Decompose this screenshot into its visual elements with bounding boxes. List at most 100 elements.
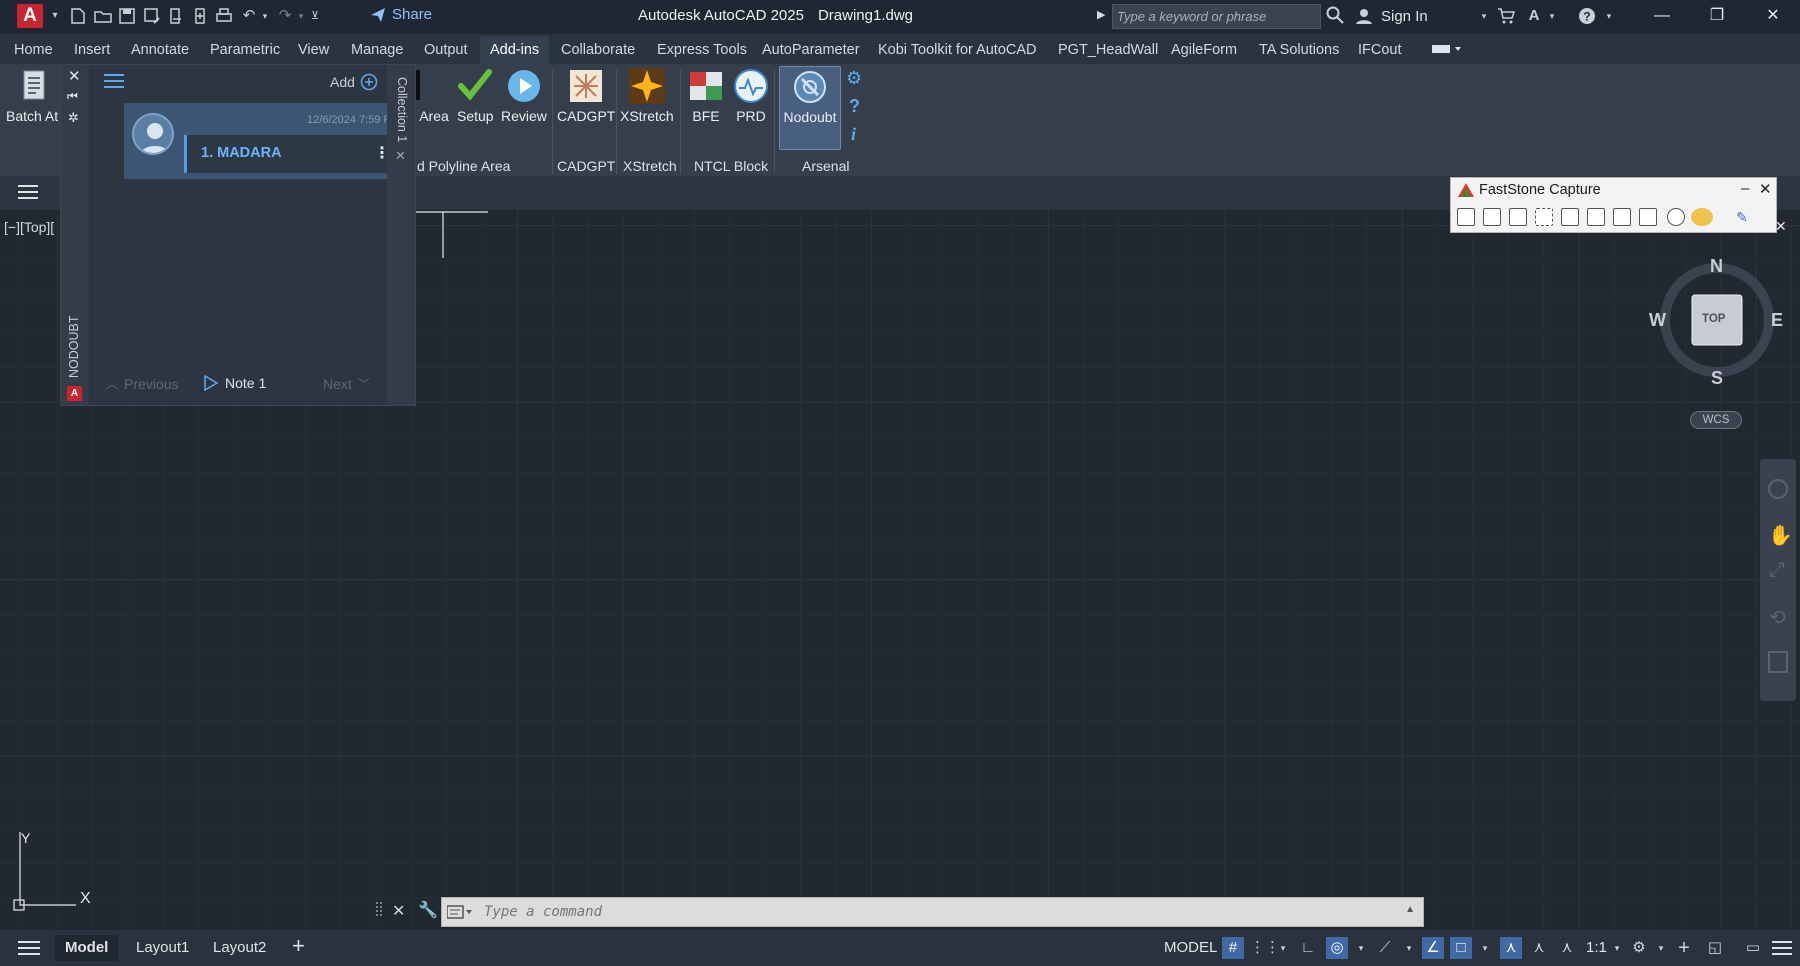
- export-icon[interactable]: [191, 7, 209, 25]
- ortho-icon[interactable]: ∟: [1297, 937, 1319, 959]
- capture-scrolling-icon[interactable]: [1587, 208, 1605, 226]
- tab-add-ins[interactable]: Add-ins: [480, 36, 550, 64]
- plot-publish-icon[interactable]: [167, 7, 185, 25]
- palette-autohide-icon[interactable]: ⏮: [67, 89, 78, 104]
- tab-parametric[interactable]: Parametric: [210, 42, 280, 58]
- annotation-scale-icon[interactable]: ⋏: [1556, 937, 1578, 959]
- isolate-objects-icon[interactable]: ◱: [1704, 937, 1726, 959]
- annotation-visibility-icon[interactable]: ⋏: [1500, 937, 1522, 959]
- print-icon[interactable]: [215, 7, 233, 25]
- output-color-icon[interactable]: [1691, 208, 1713, 226]
- setup-button[interactable]: Setup: [457, 68, 494, 124]
- note-title-row[interactable]: 1. MADARA ⋮: [184, 135, 402, 173]
- wcs-menu[interactable]: WCS: [1690, 411, 1742, 429]
- close-icon[interactable]: ✕: [1762, 5, 1784, 27]
- help-search-input[interactable]: Type a keyword or phrase: [1112, 4, 1321, 29]
- tab-express-tools[interactable]: Express Tools: [657, 42, 747, 58]
- layout-menu-icon[interactable]: [18, 940, 40, 956]
- object-snap-icon[interactable]: □: [1450, 937, 1472, 959]
- polyline-area-button[interactable]: Area: [416, 68, 452, 124]
- compass-east[interactable]: E: [1771, 310, 1783, 331]
- auto-scale-icon[interactable]: ⋏: [1528, 937, 1550, 959]
- command-line-customize-icon[interactable]: 🔧: [418, 900, 438, 920]
- tab-layout1[interactable]: Layout1: [136, 939, 189, 956]
- save-as-icon[interactable]: [143, 7, 161, 25]
- batch-attribute-button[interactable]: Batch At: [6, 68, 58, 124]
- compass-north[interactable]: N: [1710, 256, 1723, 277]
- workspace-gear-icon[interactable]: ⚙: [1628, 937, 1650, 959]
- tab-output[interactable]: Output: [424, 42, 468, 58]
- viewcube-top-face[interactable]: TOP: [1702, 313, 1725, 325]
- sign-in-button[interactable]: Sign In: [1355, 7, 1428, 25]
- search-icon[interactable]: [1325, 5, 1345, 25]
- snap-icon[interactable]: ⋮⋮: [1250, 937, 1280, 959]
- tab-annotate[interactable]: Annotate: [131, 42, 189, 58]
- grid-icon[interactable]: #: [1222, 937, 1244, 959]
- tab-home[interactable]: Home: [14, 42, 53, 58]
- autodesk-account-icon[interactable]: A: [1525, 7, 1543, 25]
- workspace-dropdown-icon[interactable]: ▾: [1650, 937, 1672, 959]
- capture-active-window-icon[interactable]: [1457, 208, 1475, 226]
- delay-timer-icon[interactable]: [1667, 208, 1685, 226]
- pan-hand-icon[interactable]: ✋: [1768, 523, 1793, 548]
- autocad-logo-icon[interactable]: A: [17, 4, 43, 28]
- tab-ifcout[interactable]: IFCout: [1358, 42, 1402, 58]
- capture-freehand-icon[interactable]: [1535, 208, 1553, 226]
- prd-button[interactable]: PRD: [733, 68, 769, 124]
- cadgpt-button[interactable]: CADGPT: [557, 68, 615, 124]
- tab-layout2[interactable]: Layout2: [213, 939, 266, 956]
- share-button[interactable]: Share: [370, 6, 432, 23]
- account-dropdown-icon[interactable]: ▾: [1543, 7, 1561, 25]
- tab-kobi-toolkit[interactable]: Kobi Toolkit for AutoCAD: [878, 42, 1037, 58]
- previous-button[interactable]: ︿ Previous: [106, 375, 178, 392]
- search-expand-icon[interactable]: ▶: [1097, 8, 1105, 21]
- command-line-grip-icon[interactable]: [375, 900, 383, 920]
- tab-autoparameter[interactable]: AutoParameter: [762, 42, 860, 58]
- undo-dropdown-icon[interactable]: ▾: [256, 7, 274, 25]
- sign-in-dropdown-icon[interactable]: ▾: [1475, 7, 1493, 25]
- isodraft-icon[interactable]: ⟋: [1374, 937, 1396, 959]
- capture-rectangle-icon[interactable]: [1509, 208, 1527, 226]
- tab-agileform[interactable]: AgileForm: [1171, 42, 1237, 58]
- command-history-expand-icon[interactable]: ▲: [1405, 904, 1415, 915]
- steering-wheel-icon[interactable]: [1768, 479, 1788, 499]
- info-icon[interactable]: i: [851, 124, 856, 145]
- collection-label[interactable]: Collection 1: [395, 77, 409, 142]
- scale-dropdown-icon[interactable]: ▾: [1606, 937, 1628, 959]
- tab-manage[interactable]: Manage: [351, 42, 403, 58]
- add-note-button[interactable]: Add: [330, 73, 378, 91]
- palette-properties-icon[interactable]: ✲: [68, 110, 79, 126]
- help-question-icon[interactable]: ?: [849, 96, 860, 117]
- capture-fixed-region-icon[interactable]: [1613, 208, 1631, 226]
- object-snap-tracking-icon[interactable]: ∠: [1422, 937, 1444, 959]
- palette-close-icon[interactable]: ✕: [68, 67, 81, 85]
- capture-window-object-icon[interactable]: [1483, 208, 1501, 226]
- minimize-icon[interactable]: —: [1651, 5, 1673, 27]
- faststone-close-icon[interactable]: ✕: [1759, 180, 1772, 198]
- screen-recorder-icon[interactable]: [1639, 208, 1657, 226]
- faststone-minimize-icon[interactable]: –: [1741, 180, 1749, 197]
- note-card[interactable]: 12/6/2024 7:59 PM 1. MADARA ⋮: [124, 103, 408, 179]
- help-icon[interactable]: ?: [1578, 7, 1596, 25]
- restore-icon[interactable]: ❐: [1706, 5, 1728, 27]
- next-button[interactable]: Next ﹀: [323, 375, 370, 392]
- clean-screen-icon[interactable]: ▭: [1742, 937, 1764, 959]
- palette-menu-icon[interactable]: [104, 73, 124, 89]
- command-line-close-icon[interactable]: ✕: [392, 901, 405, 921]
- open-file-icon[interactable]: [94, 7, 112, 25]
- compass-west[interactable]: W: [1649, 310, 1666, 331]
- isodraft-dropdown-icon[interactable]: ▾: [1398, 937, 1420, 959]
- tab-view[interactable]: View: [298, 42, 329, 58]
- customization-menu-icon[interactable]: [1772, 940, 1792, 956]
- polar-tracking-icon[interactable]: ◎: [1326, 937, 1348, 959]
- orbit-icon[interactable]: ⟲: [1769, 605, 1786, 630]
- xstretch-button[interactable]: XStretch: [620, 68, 674, 124]
- add-layout-icon[interactable]: +: [292, 933, 305, 959]
- showmotion-icon[interactable]: [1768, 651, 1788, 673]
- snap-dropdown-icon[interactable]: ▾: [1272, 937, 1294, 959]
- viewport-controls[interactable]: [−][Top][: [4, 219, 54, 235]
- ribbon-display-toggle-icon[interactable]: [1432, 43, 1462, 59]
- annotation-scale-value[interactable]: 1:1: [1586, 939, 1607, 956]
- nodoubt-button[interactable]: Nodoubt: [779, 66, 841, 150]
- help-dropdown-icon[interactable]: ▾: [1600, 7, 1618, 25]
